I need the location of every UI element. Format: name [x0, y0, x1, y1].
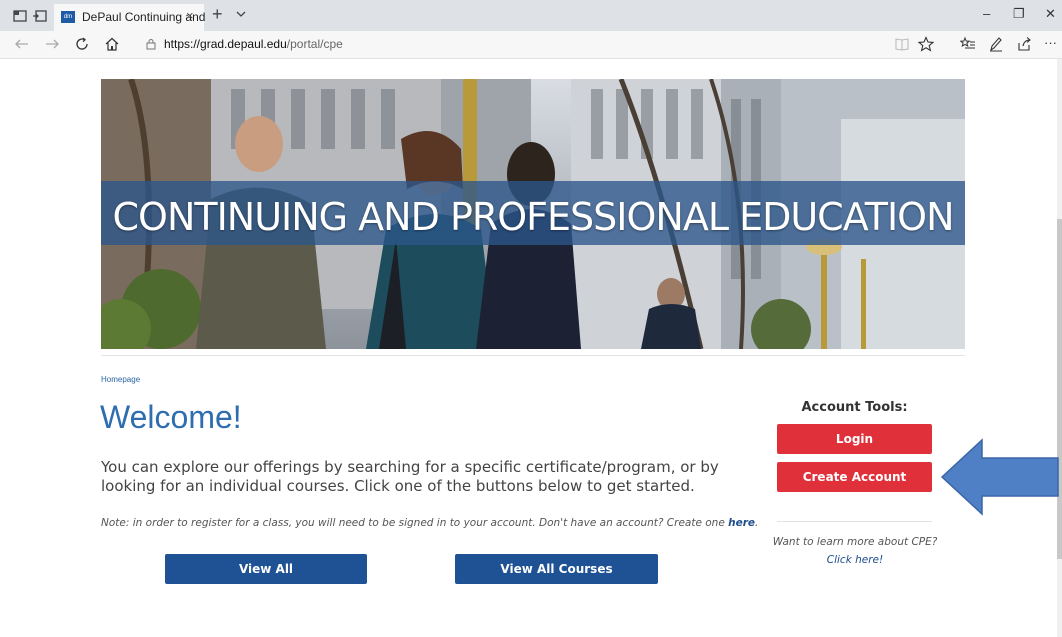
home-icon[interactable]	[104, 36, 120, 52]
view-courses-button[interactable]: View All Courses	[455, 554, 658, 584]
restore-icon[interactable]: ❐	[1013, 6, 1025, 22]
reading-view-icon[interactable]	[894, 36, 910, 52]
breadcrumb[interactable]: Homepage	[101, 375, 140, 384]
window-close-icon[interactable]: ✕	[1045, 6, 1056, 22]
create-account-button[interactable]: Create Account	[777, 462, 932, 492]
depaul-favicon-icon: dm	[61, 11, 75, 23]
url-host: https://grad.depaul.edu	[164, 37, 287, 51]
view-certificates-button[interactable]: View All Certificates/Programs	[165, 554, 367, 606]
hero-banner: CONTINUING AND PROFESSIONAL EDUCATION	[101, 79, 965, 349]
sidebar-divider	[777, 521, 932, 522]
share-icon[interactable]	[1016, 36, 1032, 52]
chevron-down-icon[interactable]	[234, 7, 248, 21]
note-prefix: Note: in order to register for a class, …	[101, 517, 729, 529]
minimize-icon[interactable]: –	[983, 6, 990, 21]
favorite-star-icon[interactable]	[918, 36, 934, 52]
new-tab-icon[interactable]: +	[212, 4, 223, 25]
forward-icon[interactable]	[44, 36, 60, 52]
browser-tab-bar: dm DePaul Continuing and × + – ❐ ✕	[0, 0, 1062, 31]
learn-more-link[interactable]: Click here!	[770, 554, 940, 566]
url-text[interactable]: https://grad.depaul.edu/portal/cpe	[164, 37, 343, 51]
address-bar: https://grad.depaul.edu/portal/cpe ···	[0, 31, 1062, 59]
browser-tab[interactable]: dm DePaul Continuing and ×	[54, 4, 205, 31]
url-path: /portal/cpe	[286, 37, 343, 51]
account-tools-heading: Account Tools:	[801, 400, 908, 415]
favorites-list-icon[interactable]	[960, 36, 976, 52]
set-aside-tabs-icon[interactable]	[32, 8, 48, 24]
refresh-icon[interactable]	[74, 36, 90, 52]
intro-text: You can explore our offerings by searchi…	[101, 458, 719, 495]
hero-title: CONTINUING AND PROFESSIONAL EDUCATION	[112, 195, 955, 239]
lock-icon	[146, 39, 156, 50]
page-scrollbar[interactable]	[1057, 59, 1062, 637]
note-suffix: .	[755, 517, 759, 529]
annotation-arrow-icon	[940, 438, 1059, 516]
tab-preview-icon[interactable]	[12, 8, 28, 24]
page-title: Welcome!	[100, 399, 242, 435]
hero-divider	[101, 355, 965, 356]
tab-close-icon[interactable]: ×	[186, 8, 194, 23]
back-icon[interactable]	[14, 36, 30, 52]
learn-more-text: Want to learn more about CPE?	[772, 536, 938, 548]
register-note: Note: in order to register for a class, …	[101, 517, 758, 529]
pen-icon[interactable]	[988, 36, 1004, 52]
create-account-here-link[interactable]: here	[728, 517, 755, 529]
login-button[interactable]: Login	[777, 424, 932, 454]
more-options-icon[interactable]: ···	[1044, 35, 1057, 50]
